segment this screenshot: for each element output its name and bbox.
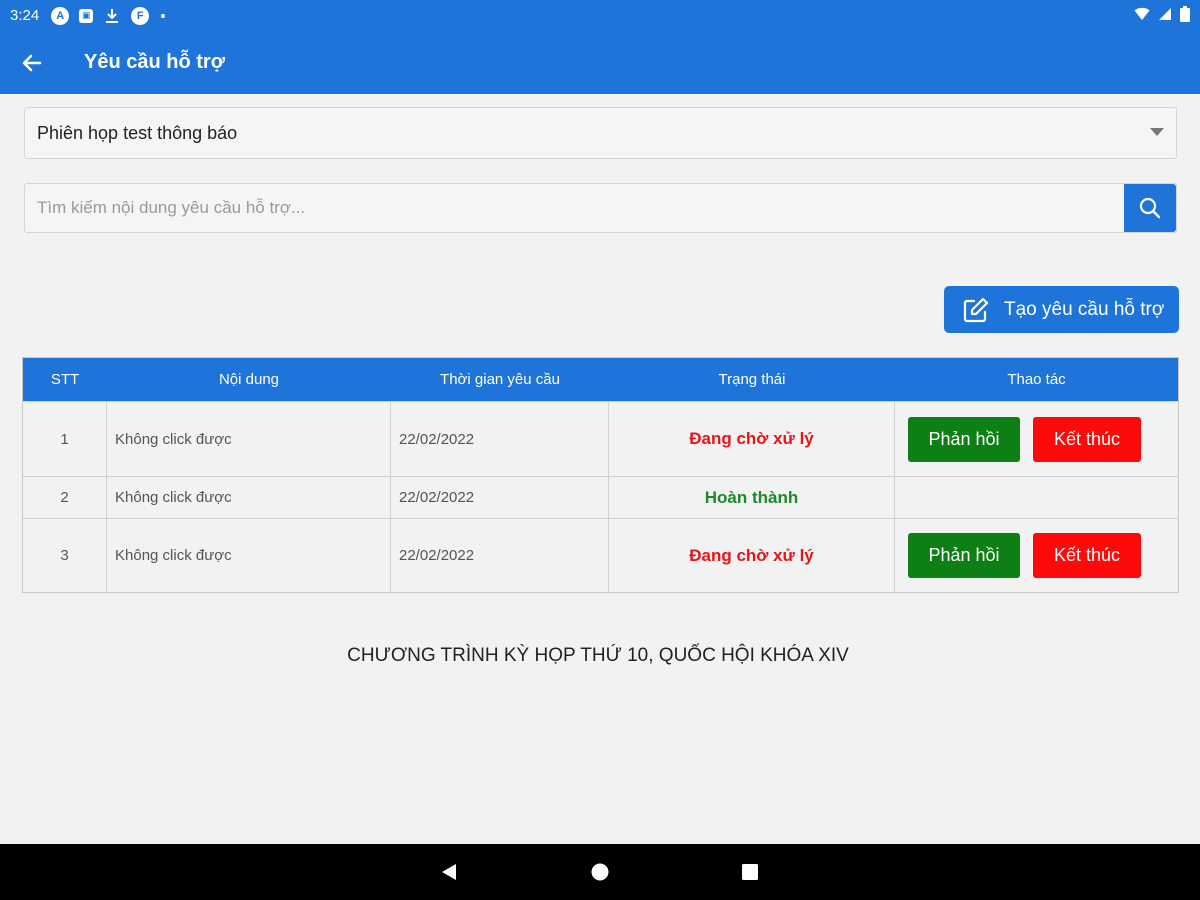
reply-button[interactable]: Phản hồi: [908, 416, 1020, 462]
arrow-back-icon: [22, 54, 42, 71]
cell-signal-icon: [1158, 7, 1172, 25]
search-input[interactable]: [25, 184, 1124, 232]
header-status: Trạng thái: [718, 371, 786, 388]
row-content: Không click được: [107, 402, 391, 476]
table-row: 2 Không click được 22/02/2022 Hoàn thành: [23, 476, 1178, 518]
end-button[interactable]: Kết thúc: [1033, 533, 1141, 578]
row-actions: Phản hồi Kết thúc: [895, 519, 1178, 592]
back-button[interactable]: [0, 31, 64, 94]
media-notification-icon: ▣: [79, 8, 94, 23]
row-stt: 3: [23, 519, 107, 592]
system-navigation-bar: [0, 844, 1200, 900]
app-notification-icon: A: [51, 6, 70, 25]
row-status: Đang chờ xử lý: [609, 519, 895, 592]
nav-recents-button[interactable]: [741, 863, 759, 886]
square-recents-icon: [742, 864, 758, 880]
triangle-back-icon: [442, 864, 456, 880]
table-header: STT Nội dung Thời gian yêu cầu Trạng thá…: [23, 358, 1178, 401]
status-bar: 3:24 A ▣ F: [0, 0, 1200, 31]
end-button[interactable]: Kết thúc: [1033, 416, 1141, 462]
table-row: 3 Không click được 22/02/2022 Đang chờ x…: [23, 518, 1178, 592]
edit-icon: [962, 296, 990, 324]
dropdown-caret-icon: [1150, 128, 1164, 136]
row-time: 22/02/2022: [391, 402, 609, 476]
download-icon: [103, 7, 121, 25]
row-content: Không click được: [107, 519, 391, 592]
row-actions: [895, 477, 1178, 518]
flipboard-notification-icon: F: [131, 6, 150, 25]
nav-back-button[interactable]: [440, 863, 458, 886]
create-request-label: Tạo yêu cầu hỗ trợ: [1004, 298, 1165, 320]
nav-home-button[interactable]: [591, 863, 609, 886]
table-row: 1 Không click được 22/02/2022 Đang chờ x…: [23, 401, 1178, 476]
row-content: Không click được: [107, 477, 391, 518]
row-stt: 1: [23, 402, 107, 476]
row-time: 22/02/2022: [391, 519, 609, 592]
session-select[interactable]: Phiên họp test thông báo: [24, 107, 1177, 159]
battery-icon: [1180, 5, 1190, 26]
wifi-icon: [1134, 7, 1150, 25]
row-time: 22/02/2022: [391, 477, 609, 518]
circle-home-icon: [591, 863, 609, 881]
row-status: Đang chờ xử lý: [609, 402, 895, 476]
more-notifications-icon: [161, 13, 166, 18]
reply-button[interactable]: Phản hồi: [908, 533, 1020, 578]
header-time: Thời gian yêu cầu: [440, 371, 560, 388]
page-title: Yêu cầu hỗ trợ: [84, 51, 225, 73]
create-request-button[interactable]: Tạo yêu cầu hỗ trợ: [944, 286, 1179, 333]
header-actions: Thao tác: [1007, 371, 1066, 388]
row-stt: 2: [23, 477, 107, 518]
session-select-value: Phiên họp test thông báo: [37, 122, 238, 143]
header-stt: STT: [50, 371, 80, 388]
app-bar: Yêu cầu hỗ trợ: [0, 31, 1200, 94]
session-program-caption: CHƯƠNG TRÌNH KỲ HỌP THỨ 10, QUỐC HỘI KHÓ…: [347, 645, 849, 666]
search-bar: [24, 183, 1177, 233]
header-content: Nội dung: [218, 371, 280, 388]
search-icon: [1139, 197, 1161, 219]
status-time: 3:24: [10, 7, 40, 24]
search-button[interactable]: [1124, 184, 1176, 232]
row-actions: Phản hồi Kết thúc: [895, 402, 1178, 476]
support-request-table: STT Nội dung Thời gian yêu cầu Trạng thá…: [22, 357, 1179, 593]
row-status: Hoàn thành: [609, 477, 895, 518]
